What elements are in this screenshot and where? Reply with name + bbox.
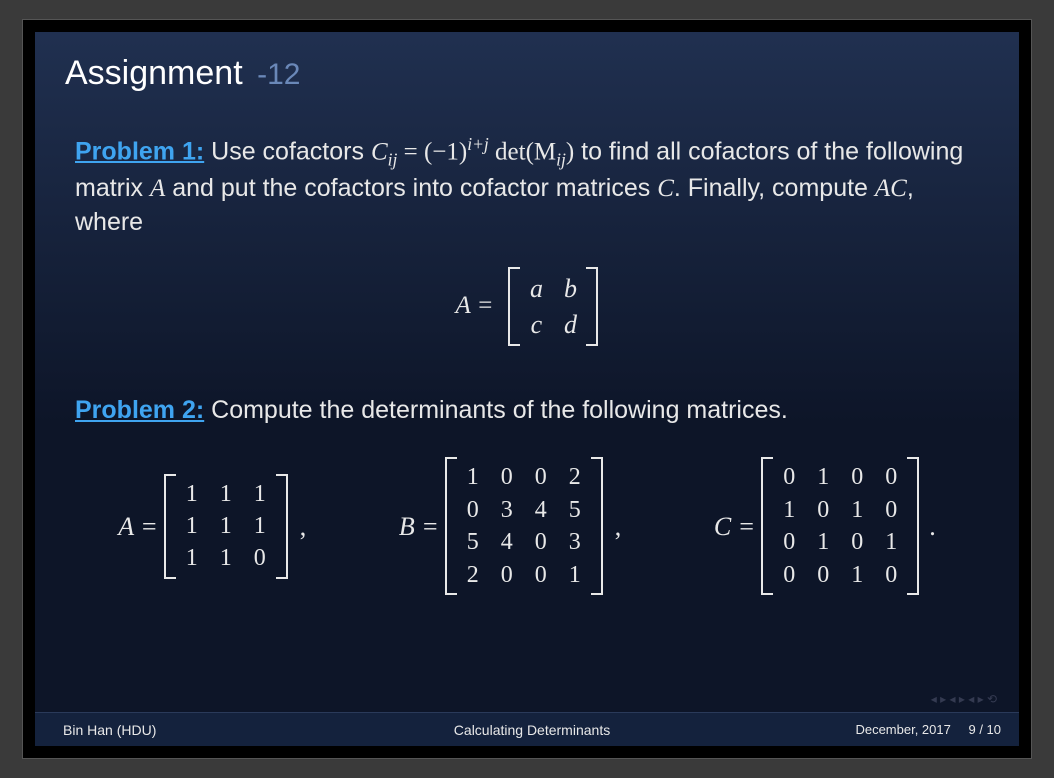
slide: Assignment -12 Problem 1: Use cofactors … xyxy=(35,32,1019,746)
problem-2: Problem 2: Compute the determinants of t… xyxy=(75,394,979,428)
nav-controls[interactable]: ◂ ▸ ◂ ▸ ◂ ▸ ⟲ xyxy=(931,692,997,706)
matrix-C-group: C = 0100 1010 0101 0010 . xyxy=(714,457,936,595)
matrix-2x2: ab cd xyxy=(508,267,598,345)
footer-author: Bin Han (HDU) xyxy=(35,722,376,738)
footer: Bin Han (HDU) Calculating Determinants D… xyxy=(35,712,1019,746)
slide-title-num: -12 xyxy=(257,58,300,91)
matrix-B: 1002 0345 5403 2001 xyxy=(445,457,603,595)
slide-frame: Assignment -12 Problem 1: Use cofactors … xyxy=(22,19,1032,759)
content: Problem 1: Use cofactors Cij = (−1)i+j d… xyxy=(35,103,1019,595)
footer-page: 9 / 10 xyxy=(968,722,1001,737)
title-bar: Assignment -12 xyxy=(35,32,1019,103)
problem-1-label: Problem 1: xyxy=(75,137,204,165)
matrix-C: 0100 1010 0101 0010 xyxy=(761,457,919,595)
matrix-A-group: A = 111 111 110 , xyxy=(118,474,312,579)
footer-title: Calculating Determinants xyxy=(376,722,689,738)
problem-1: Problem 1: Use cofactors Cij = (−1)i+j d… xyxy=(75,133,979,239)
footer-right: December, 2017 9 / 10 xyxy=(688,722,1019,737)
problem-2-label: Problem 2: xyxy=(75,396,204,424)
equation-A: A = ab cd xyxy=(75,267,979,345)
matrix-A: 111 111 110 xyxy=(164,474,288,579)
slide-title: Assignment xyxy=(65,54,243,92)
matrix-B-group: B = 1002 0345 5403 2001 , xyxy=(399,457,627,595)
matrices-row: A = 111 111 110 , B = xyxy=(75,457,979,595)
footer-date: December, 2017 xyxy=(855,722,950,737)
